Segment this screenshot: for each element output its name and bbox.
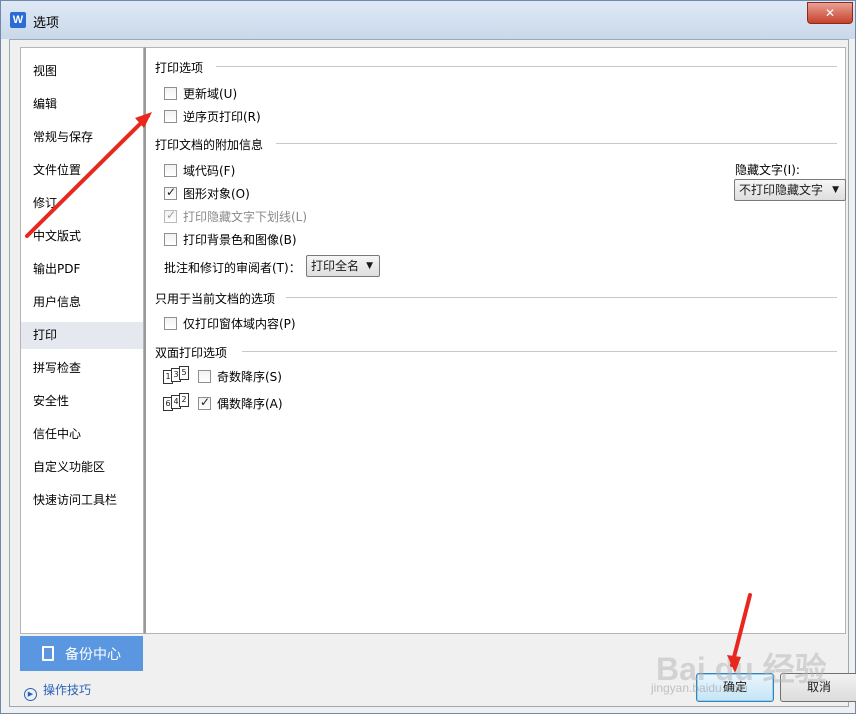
section-divider bbox=[242, 351, 837, 352]
drawing-objects-option[interactable]: 图形对象(O) bbox=[164, 185, 250, 202]
sidebar-item-edit[interactable]: 编辑 bbox=[21, 91, 143, 118]
section-title-duplex: 双面打印选项 bbox=[155, 344, 232, 361]
form-only-label: 仅打印窗体域内容(P) bbox=[183, 317, 296, 331]
hidden-text-underline-option: 打印隐藏文字下划线(L) bbox=[164, 208, 307, 225]
close-icon: ✕ bbox=[824, 6, 836, 20]
section-title-print-options: 打印选项 bbox=[155, 59, 208, 76]
drawing-objects-checkbox[interactable] bbox=[164, 185, 177, 200]
sidebar-item-print[interactable]: 打印 bbox=[21, 322, 143, 349]
update-fields-label: 更新域(U) bbox=[183, 87, 238, 101]
sidebar-item-spell-check[interactable]: 拼写检查 bbox=[21, 355, 143, 382]
background-option[interactable]: 打印背景色和图像(B) bbox=[164, 231, 297, 248]
title-bar[interactable]: W 选项 ✕ bbox=[1, 1, 855, 39]
watermark-url: jingyan.baidu.com bbox=[651, 681, 748, 695]
sidebar-item-view[interactable]: 视图 bbox=[21, 58, 143, 85]
reverse-print-option[interactable]: 逆序页打印(R) bbox=[164, 108, 261, 125]
odd-pages-icon: 1 3 5 bbox=[163, 366, 193, 386]
form-only-option[interactable]: 仅打印窗体域内容(P) bbox=[164, 315, 296, 332]
sidebar-item-quick-access-toolbar[interactable]: 快速访问工具栏 bbox=[21, 487, 143, 514]
page-icon: 5 bbox=[179, 366, 189, 380]
sidebar-item-general-save[interactable]: 常规与保存 bbox=[21, 124, 143, 151]
window-title: 选项 bbox=[33, 16, 60, 31]
print-settings-panel: 打印选项 更新域(U) 逆序页打印(R) 打印文档的附加信息 域代码(F) 图形… bbox=[144, 47, 846, 634]
sidebar-item-user-info[interactable]: 用户信息 bbox=[21, 289, 143, 316]
play-circle-icon: ▶ bbox=[24, 688, 37, 701]
reviewer-label: 批注和修订的审阅者(T)： bbox=[164, 261, 301, 275]
chevron-down-icon: ▼ bbox=[366, 261, 373, 271]
reverse-print-label: 逆序页打印(R) bbox=[183, 110, 261, 124]
backup-icon bbox=[42, 646, 54, 661]
wps-app-icon: W bbox=[10, 12, 26, 28]
hidden-text-label: 隐藏文字(I): bbox=[735, 163, 800, 177]
backup-center-label: 备份中心 bbox=[65, 647, 121, 663]
field-codes-label: 域代码(F) bbox=[183, 164, 236, 178]
tips-label: 操作技巧 bbox=[43, 683, 92, 697]
close-button[interactable]: ✕ bbox=[807, 2, 853, 24]
even-descending-checkbox[interactable] bbox=[198, 395, 211, 410]
even-descending-option[interactable]: 偶数降序(A) bbox=[198, 395, 283, 412]
dialog-client: 视图 编辑 常规与保存 文件位置 修订 中文版式 输出PDF 用户信息 打印 拼… bbox=[9, 39, 856, 707]
odd-descending-option[interactable]: 奇数降序(S) bbox=[198, 368, 282, 385]
sidebar: 视图 编辑 常规与保存 文件位置 修订 中文版式 输出PDF 用户信息 打印 拼… bbox=[20, 47, 144, 634]
section-title-current-doc: 只用于当前文档的选项 bbox=[155, 290, 280, 307]
sidebar-item-chinese-layout[interactable]: 中文版式 bbox=[21, 223, 143, 250]
sidebar-item-file-location[interactable]: 文件位置 bbox=[21, 157, 143, 184]
update-fields-option[interactable]: 更新域(U) bbox=[164, 85, 237, 102]
backup-center-button[interactable]: 备份中心 bbox=[20, 636, 143, 671]
chevron-down-icon: ▼ bbox=[832, 185, 839, 195]
page-icon: 2 bbox=[179, 393, 189, 407]
tips-link[interactable]: ▶ 操作技巧 bbox=[24, 681, 91, 701]
even-pages-icon: 6 4 2 bbox=[163, 393, 193, 413]
reviewer-dropdown-value: 打印全名 bbox=[311, 259, 360, 273]
odd-descending-label: 奇数降序(S) bbox=[217, 370, 282, 384]
form-only-checkbox[interactable] bbox=[164, 317, 177, 330]
hidden-text-underline-label: 打印隐藏文字下划线(L) bbox=[183, 210, 308, 224]
drawing-objects-label: 图形对象(O) bbox=[183, 187, 250, 201]
odd-descending-checkbox[interactable] bbox=[198, 370, 211, 383]
section-title-attach-info: 打印文档的附加信息 bbox=[155, 136, 268, 153]
even-descending-label: 偶数降序(A) bbox=[217, 397, 283, 411]
reverse-print-checkbox[interactable] bbox=[164, 110, 177, 123]
hidden-text-underline-checkbox bbox=[164, 208, 177, 223]
sidebar-item-security[interactable]: 安全性 bbox=[21, 388, 143, 415]
background-checkbox[interactable] bbox=[164, 233, 177, 246]
sidebar-item-trust-center[interactable]: 信任中心 bbox=[21, 421, 143, 448]
field-codes-option[interactable]: 域代码(F) bbox=[164, 162, 235, 179]
background-label: 打印背景色和图像(B) bbox=[183, 233, 297, 247]
options-dialog: W 选项 ✕ 视图 编辑 常规与保存 文件位置 修订 中文版式 输出PDF 用户… bbox=[0, 0, 856, 714]
hidden-text-dropdown-value: 不打印隐藏文字 bbox=[739, 183, 824, 197]
reviewer-dropdown[interactable]: 打印全名 ▼ bbox=[306, 255, 380, 277]
sidebar-item-customize-ribbon[interactable]: 自定义功能区 bbox=[21, 454, 143, 481]
field-codes-checkbox[interactable] bbox=[164, 164, 177, 177]
section-divider bbox=[276, 143, 837, 144]
update-fields-checkbox[interactable] bbox=[164, 87, 177, 100]
section-divider bbox=[216, 66, 837, 67]
section-divider bbox=[286, 297, 837, 298]
hidden-text-dropdown[interactable]: 不打印隐藏文字 ▼ bbox=[734, 179, 846, 201]
sidebar-item-revision[interactable]: 修订 bbox=[21, 190, 143, 217]
sidebar-item-export-pdf[interactable]: 输出PDF bbox=[21, 256, 143, 283]
